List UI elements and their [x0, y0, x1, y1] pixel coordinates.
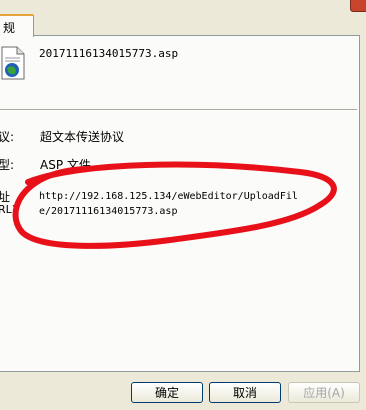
address-label-url: RL) [0, 203, 17, 216]
type-value: ASP 文件 [40, 158, 91, 172]
protocol-value: 超文本传送协议 [40, 130, 125, 144]
ok-button[interactable]: 确定 [131, 382, 203, 403]
tab-general-label: 规 [3, 21, 16, 35]
protocol-label: 议: [0, 130, 15, 144]
address-url: http://192.168.125.134/eWebEditor/Upload… [39, 191, 298, 217]
divider [0, 109, 357, 111]
file-name: 20171116134015773.asp [39, 47, 179, 60]
type-label: 型: [0, 158, 15, 172]
tab-general[interactable]: 规 [0, 14, 34, 37]
asp-file-icon [1, 46, 25, 80]
cancel-button[interactable]: 取消 [209, 382, 281, 403]
apply-button[interactable]: 应用(A) [288, 382, 360, 403]
close-button[interactable] [350, 0, 366, 12]
